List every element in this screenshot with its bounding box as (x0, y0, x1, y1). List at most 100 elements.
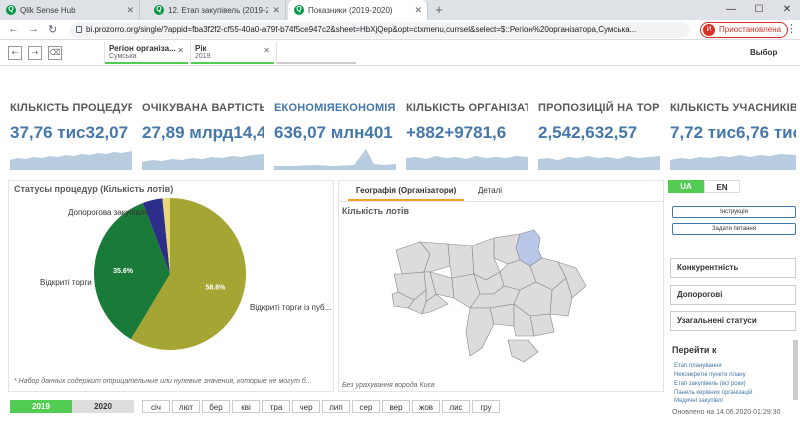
kpi-value: 37,76 тис32,07 (10, 123, 129, 142)
lock-icon (76, 26, 82, 33)
kpi-value: 636,07 млн401 (274, 123, 393, 142)
divider (338, 201, 664, 202)
close-icon[interactable]: ✕ (177, 46, 184, 55)
month-button[interactable]: вер (382, 400, 410, 413)
browser-tab-indicators[interactable]: Q Показники (2019-2020) ✕ (288, 0, 428, 20)
year-2019-button[interactable]: 2019 (10, 400, 72, 413)
maximize-button[interactable]: ☐ (746, 0, 772, 20)
kpi-value: 7,72 тис6,76 тис (670, 123, 796, 142)
profile-button[interactable]: И Приостановлена (700, 22, 789, 38)
updated-timestamp: Оновлено на 14.06.2020 01:29:30 (672, 409, 781, 416)
tab-details[interactable]: Деталі (470, 183, 510, 201)
chip-empty-bar (277, 62, 356, 64)
pie-slice-label: Відкриті торги (40, 278, 92, 287)
lang-ua-button[interactable]: UA (668, 180, 704, 193)
kpi-sparkline (538, 156, 660, 170)
kpi-card[interactable]: ПРОПОЗИЦІЙ НА ТОРГИП... 2,542,632,57 (538, 96, 660, 174)
tab-geography[interactable]: Географія (Організатори) (348, 183, 465, 201)
chip-selected-bar (191, 62, 274, 64)
map-region-chernihiv (493, 233, 521, 265)
close-icon[interactable]: ✕ (414, 5, 422, 16)
qlik-favicon-icon: Q (154, 5, 164, 15)
year-2020-button[interactable]: 2020 (72, 400, 134, 413)
goto-link-plan-items[interactable]: Неконкретні пункти плану (674, 372, 746, 378)
goto-link-planning[interactable]: Етап планування (674, 363, 722, 369)
chip-value: Сумська (109, 53, 137, 60)
forward-arrow-icon[interactable]: → (28, 23, 39, 35)
browser-tab-bar: Q Qlik Sense Hub ✕ Q 12. Етап закупівель… (0, 0, 800, 20)
kpi-title: ЕКОНОМІЯЕКОНОМІЯЕК... (274, 102, 396, 114)
goto-link-management-panel[interactable]: Панель керівних організацій (674, 390, 753, 396)
address-bar-row: ← → ↻ bi.prozorro.org/single/?appid=fba3… (0, 20, 800, 40)
lang-en-button[interactable]: EN (704, 180, 740, 193)
instruction-button[interactable]: Інструкція (672, 206, 796, 218)
minimize-button[interactable]: — (718, 0, 744, 20)
selection-back-icon[interactable]: ⇠ (8, 46, 22, 60)
chip-selected-bar (105, 62, 188, 64)
month-button[interactable]: лис (442, 400, 470, 413)
kpi-sparkline (406, 156, 528, 170)
close-icon[interactable]: ✕ (272, 5, 280, 16)
ask-question-button[interactable]: Задати питання (672, 223, 796, 235)
month-button[interactable]: січ (142, 400, 170, 413)
month-button[interactable]: жов (412, 400, 440, 413)
month-button[interactable]: чер (292, 400, 320, 413)
month-button[interactable]: бер (202, 400, 230, 413)
selection-forward-icon[interactable]: ⇢ (28, 46, 42, 60)
month-button[interactable]: гру (472, 400, 500, 413)
goto-link-procurement-stage[interactable]: Етап закупівель (всі роки) (674, 381, 746, 387)
browser-menu-icon[interactable]: ⋮ (786, 22, 797, 35)
browser-tab-qlik-hub[interactable]: Q Qlik Sense Hub ✕ (0, 0, 140, 20)
month-button[interactable]: тра (262, 400, 290, 413)
chip-value: 2019 (195, 53, 211, 60)
close-icon[interactable]: ✕ (263, 46, 270, 55)
pie-footnote: * Набор данных содержит отрицательные ил… (14, 378, 312, 385)
kpi-value: 2,542,632,57 (538, 123, 638, 142)
qlik-favicon-icon: Q (6, 5, 16, 15)
kpi-value: 27,89 млрд14,4 (142, 123, 264, 142)
close-icon[interactable]: ✕ (126, 5, 134, 16)
sidebar-scrollbar[interactable] (793, 340, 798, 400)
new-tab-button[interactable]: + (432, 3, 446, 17)
pie-slice-percent: 58.6% (205, 285, 226, 292)
kpi-card[interactable]: ОЧІКУВАНА ВАРТІСТЬОЧ... 27,89 млрд14,4 (142, 96, 264, 174)
profile-label: Приостановлена (719, 25, 782, 34)
kpi-title: КІЛЬКІСТЬ УЧАСНИКІВКІ... (670, 102, 796, 114)
month-button[interactable]: сер (352, 400, 380, 413)
pie-slice-label: Допорогова закупівля (68, 208, 149, 217)
selections-bar: ⇠ ⇢ ⌫ Регіон організа... Сумська ✕ Рік 2… (0, 41, 800, 66)
kpi-card[interactable]: КІЛЬКІСТЬ ОРГАНІЗАТОР... +882+9781,6 (406, 96, 528, 174)
kpi-sparkline (10, 151, 132, 170)
goto-link-medical[interactable]: Медичні закупівлі (674, 398, 723, 404)
kpi-row: КІЛЬКІСТЬ ПРОЦЕДУРКІ... 37,76 тис32,07 О… (0, 96, 800, 174)
selection-chip-region[interactable]: Регіон організа... Сумська ✕ (104, 42, 188, 64)
reload-icon[interactable]: ↻ (48, 23, 57, 36)
kpi-title: ОЧІКУВАНА ВАРТІСТЬОЧ... (142, 102, 264, 114)
goto-title: Перейти к (672, 345, 717, 355)
chip-title: Регіон організа... (109, 44, 176, 53)
map-note: Без урахування ворода Києв (342, 382, 435, 389)
tab-label: Показники (2019-2020) (308, 5, 393, 15)
competition-section[interactable]: Конкурентність (670, 258, 796, 278)
selection-chip-empty[interactable] (276, 42, 356, 64)
map-region-mykolaiv (489, 303, 515, 327)
kpi-card[interactable]: КІЛЬКІСТЬ УЧАСНИКІВКІ... 7,72 тис6,76 ти… (670, 96, 796, 174)
url-field[interactable]: bi.prozorro.org/single/?appid=fba3f2f2-c… (70, 22, 690, 38)
back-arrow-icon[interactable]: ← (8, 23, 19, 35)
month-button[interactable]: кві (232, 400, 260, 413)
clear-selections-icon[interactable]: ⌫ (48, 46, 62, 60)
kpi-card[interactable]: ЕКОНОМІЯЕКОНОМІЯЕК... 636,07 млн401 (274, 96, 396, 174)
month-button[interactable]: лип (322, 400, 350, 413)
close-window-button[interactable]: ✕ (774, 0, 800, 20)
ukraine-regions-map[interactable] (390, 228, 590, 368)
pie-panel-title: Статусы процедур (Кількість лотів) (14, 184, 174, 194)
month-button[interactable]: лют (172, 400, 200, 413)
browser-tab-procurement-stage[interactable]: Q 12. Етап закупівель (2019-2020) ✕ (148, 0, 286, 20)
selections-tool-label[interactable]: Выбор (750, 48, 777, 57)
subthreshold-section[interactable]: Допорогові (670, 285, 796, 305)
status-pie-chart[interactable]: 58.6% 35.6% (90, 194, 250, 354)
kpi-card[interactable]: КІЛЬКІСТЬ ПРОЦЕДУРКІ... 37,76 тис32,07 (10, 96, 132, 174)
map-region-crimea (507, 339, 539, 363)
general-statuses-section[interactable]: Узагальнені статуси (670, 311, 796, 331)
selection-chip-year[interactable]: Рік 2019 ✕ (190, 42, 274, 64)
